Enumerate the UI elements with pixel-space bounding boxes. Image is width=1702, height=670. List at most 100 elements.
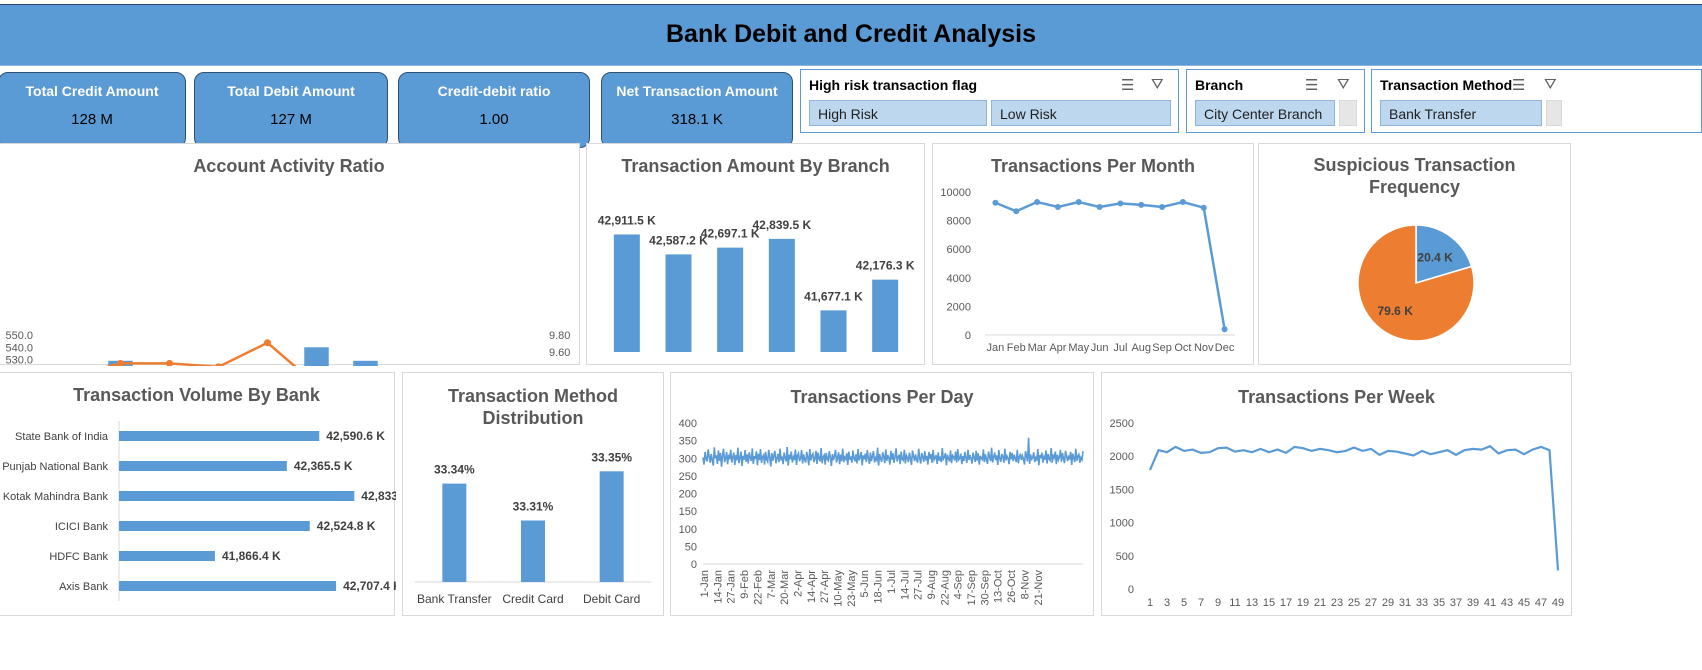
x-tick-label: 5-Jun (859, 570, 871, 598)
multi-select-icon[interactable]: ☰ (1512, 76, 1525, 94)
per-day-chart: 0 50 100 150 200 250 300 350 400 1-Jan 14-Jan 27-Ja… (679, 418, 1084, 607)
data-label: 20.4 K (1417, 250, 1453, 264)
y-tick-label: 2500 (1110, 418, 1134, 430)
x-tick-label: 21 (1314, 597, 1326, 609)
y-tick-label: State Bank of India (15, 431, 109, 443)
data-label: 41,866.4 K (222, 549, 281, 563)
kpi-credit-debit-ratio: Credit-debit ratio 1.00 (398, 72, 590, 148)
data-label: 42,365.5 K (294, 459, 353, 473)
bank-bar (119, 461, 287, 471)
ratio-point (264, 339, 271, 347)
y-tick-label: Axis Bank (59, 581, 108, 593)
x-tick-label: 5 (1181, 597, 1187, 609)
clear-filter-icon[interactable]: ⛛ (1544, 76, 1557, 93)
dashboard-header: Bank Debit and Credit Analysis (0, 4, 1702, 66)
x-tick-label: Jan (987, 342, 1005, 354)
x-tick-label: 9-Aug (926, 570, 938, 599)
x-tick-label: 14-Jul (899, 570, 911, 600)
activity-bar (353, 360, 378, 366)
method-bar (521, 520, 545, 582)
data-label: 42,911.5 K (598, 213, 656, 227)
bank-bar (119, 521, 310, 531)
x-tick-label: Bank Transfer (417, 592, 492, 606)
ratio-line (105, 341, 297, 366)
x-tick-label: 35 (1433, 597, 1445, 609)
x-tick-label: 13-Oct (993, 570, 1005, 603)
y-tick-label: 200 (679, 489, 697, 501)
month-point (1159, 204, 1166, 211)
ratio-point (215, 363, 222, 366)
month-point (1200, 204, 1207, 211)
y-tick-label: 250 (679, 471, 697, 483)
x-tick-label: Feb (1007, 342, 1026, 354)
x-tick-label: 43 (1501, 597, 1513, 609)
y-tick-label: 0 (965, 330, 971, 342)
x-tick-label: 39 (1467, 597, 1479, 609)
y2-tick-label: 9.60 (549, 347, 570, 359)
panel-amount-by-branch: Transaction Amount By Branch 42,911.5 K4… (586, 143, 925, 365)
x-tick-label: 33 (1416, 597, 1428, 609)
slicer-title: Branch (1195, 77, 1244, 93)
y-tick-label: 1500 (1110, 484, 1134, 496)
y-tick-label: Kotak Mahindra Bank (3, 491, 109, 503)
x-tick-label: Apr (1049, 342, 1066, 354)
x-tick-label: 20-Mar (779, 570, 791, 605)
bank-bar (119, 551, 215, 561)
month-point (1117, 200, 1124, 207)
branch-bar (665, 254, 692, 352)
x-tick-label: 47 (1535, 597, 1547, 609)
y-tick-label: 300 (679, 453, 697, 465)
y-tick-label: 500 (1116, 551, 1134, 563)
data-label: 42,587.2 K (649, 233, 708, 247)
multi-select-icon[interactable]: ☰ (1121, 76, 1134, 94)
month-point (1138, 201, 1145, 208)
x-tick-label: 14-Jan (712, 570, 724, 604)
slicer-item-city-center[interactable]: City Center Branch (1195, 100, 1335, 126)
x-tick-label: 3 (1164, 597, 1170, 609)
slicer-scroll-stub (1546, 100, 1562, 126)
method-distribution-chart: 33.34% Bank Transfer 33.31% Credit Card 33.3… (415, 450, 651, 606)
data-label: 33.31% (513, 500, 554, 514)
slicer-branch: Branch ☰ ⛛ City Center Branch (1186, 69, 1365, 133)
x-tick-label: 22-Aug (939, 570, 951, 605)
panel-per-week: Transactions Per Week 0 500 1000 1500 2000 25… (1101, 372, 1572, 616)
panel-per-day: Transactions Per Day 0 50 100 150 200 250 300 3… (670, 372, 1094, 616)
x-tick-label: Aug (1131, 342, 1151, 354)
x-tick-label: 21-Nov (1033, 570, 1045, 606)
y-tick-label: 400 (679, 418, 697, 430)
x-tick-label: 13 (1246, 597, 1258, 609)
y-tick-label: 2000 (947, 301, 971, 313)
y-tick-label: 550.0 (5, 330, 33, 342)
y-tick-label: 0 (691, 559, 697, 571)
per-week-chart: 050010001500200025001 3 5 7 9 11 13 15 17 19 21 23 2… (1110, 418, 1565, 609)
x-tick-label: 27-Jan (726, 570, 738, 604)
y-tick-label: 10000 (940, 187, 971, 199)
y-tick-label: 350 (679, 436, 697, 448)
kpi-total-debit: Total Debit Amount 127 M (194, 72, 388, 148)
month-point (1013, 208, 1020, 215)
ratio-point (117, 359, 124, 366)
x-tick-label: 11 (1229, 597, 1240, 609)
slicer-item-high-risk[interactable]: High Risk (809, 100, 987, 126)
clear-filter-icon[interactable]: ⛛ (1337, 76, 1350, 93)
x-tick-label: 27 (1365, 597, 1377, 609)
kpi-label: Total Debit Amount (227, 83, 355, 99)
slicer-title: Transaction Method (1380, 77, 1513, 93)
data-label: 33.34% (434, 463, 475, 477)
data-label: 79.6 K (1378, 304, 1414, 318)
multi-select-icon[interactable]: ☰ (1305, 76, 1318, 94)
x-tick-label: Sep (1152, 342, 1172, 354)
kpi-total-credit: Total Credit Amount 128 M (0, 72, 186, 148)
bank-bar (119, 491, 355, 501)
method-bar (442, 483, 467, 582)
x-tick-label: 18-Jun (873, 570, 885, 604)
x-tick-label: 2-Apr (792, 570, 804, 597)
slicer-item-low-risk[interactable]: Low Risk (991, 100, 1171, 126)
data-label: 42,524.8 K (317, 519, 376, 533)
slicer-item-bank-transfer[interactable]: Bank Transfer (1380, 100, 1542, 126)
x-tick-label: 26-Oct (1006, 570, 1018, 603)
week-line (1148, 444, 1560, 571)
clear-filter-icon[interactable]: ⛛ (1151, 76, 1164, 93)
data-label: 42,590.6 K (326, 429, 385, 443)
volume-by-bank-chart: State Bank of India 42,590.6 K Punjab Nati… (2, 421, 396, 601)
